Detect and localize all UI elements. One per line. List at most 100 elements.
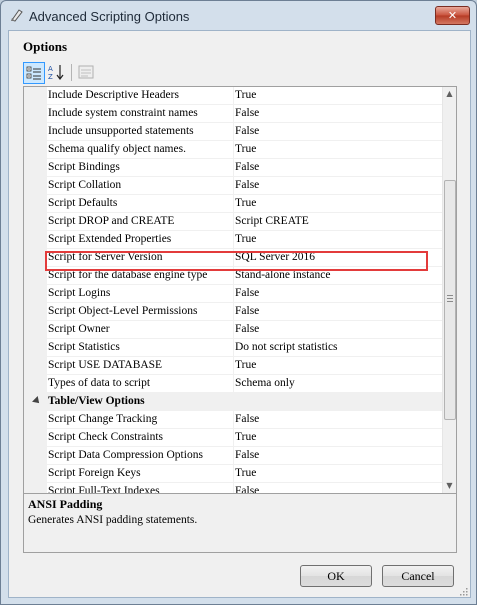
scroll-down-arrow-icon[interactable]: ▼	[443, 479, 456, 493]
property-pages-button[interactable]	[76, 62, 96, 82]
ok-button[interactable]: OK	[300, 565, 372, 587]
property-name: Include system constraint names	[47, 105, 234, 123]
property-name: Script Change Tracking	[47, 411, 234, 429]
row-gutter	[24, 213, 47, 231]
row-gutter	[24, 321, 47, 339]
property-row[interactable]: Script for the database engine type Stand…	[24, 267, 444, 285]
row-gutter	[24, 159, 47, 177]
row-gutter	[24, 177, 47, 195]
options-heading: Options	[23, 39, 68, 54]
property-row[interactable]: Script Foreign Keys True	[24, 465, 444, 483]
property-row[interactable]: Script Extended Properties True	[24, 231, 444, 249]
property-value[interactable]: Do not script statistics	[233, 339, 444, 357]
property-row[interactable]: Script USE DATABASE True	[24, 357, 444, 375]
property-name: Script Data Compression Options	[47, 447, 234, 465]
thumb-grip	[447, 301, 453, 302]
property-grid[interactable]: Include Descriptive Headers True Include s…	[23, 86, 457, 494]
property-value[interactable]: True	[233, 465, 444, 483]
property-row[interactable]: Script DROP and CREATE Script CREATE	[24, 213, 444, 231]
property-value[interactable]: True	[233, 195, 444, 213]
property-name: Script for Server Version	[47, 249, 234, 267]
property-value[interactable]: False	[233, 447, 444, 465]
dialog-client: Options A Z Include Descriptive Headers …	[8, 30, 471, 598]
resize-grip-icon[interactable]	[458, 586, 468, 596]
property-row[interactable]: Script Object-Level Permissions False	[24, 303, 444, 321]
property-value[interactable]: False	[233, 123, 444, 141]
property-row[interactable]: Include Descriptive Headers True	[24, 87, 444, 105]
property-value[interactable]: Stand-alone instance	[233, 267, 444, 285]
property-row[interactable]: Script Logins False	[24, 285, 444, 303]
description-panel: ANSI Padding Generates ANSI padding stat…	[23, 493, 457, 553]
property-value[interactable]: Schema only	[233, 375, 444, 393]
scrollbar-thumb[interactable]	[444, 180, 456, 420]
close-button[interactable]: ✕	[435, 6, 470, 25]
dialog-window: Advanced Scripting Options ✕ Options A Z…	[0, 0, 477, 605]
window-title: Advanced Scripting Options	[29, 9, 190, 24]
categorized-button[interactable]	[23, 62, 45, 84]
property-name: Script Owner	[47, 321, 234, 339]
scroll-up-arrow-icon[interactable]: ▲	[443, 87, 456, 101]
property-row[interactable]: Script Defaults True	[24, 195, 444, 213]
property-value[interactable]: True	[233, 141, 444, 159]
property-name: Script for the database engine type	[47, 267, 234, 285]
property-value[interactable]: False	[233, 159, 444, 177]
property-value[interactable]: False	[233, 411, 444, 429]
alphabetical-button[interactable]: A Z	[46, 62, 66, 82]
property-name: Include unsupported statements	[47, 123, 234, 141]
property-row[interactable]: Include system constraint names False	[24, 105, 444, 123]
property-value[interactable]: False	[233, 177, 444, 195]
title-bar[interactable]: Advanced Scripting Options ✕	[1, 1, 476, 29]
property-name: Script Extended Properties	[47, 231, 234, 249]
property-name: Script Defaults	[47, 195, 234, 213]
property-name: Script Logins	[47, 285, 234, 303]
category-row[interactable]: Table/View Options	[24, 393, 442, 411]
property-value[interactable]: SQL Server 2016	[233, 249, 444, 267]
row-gutter	[24, 303, 47, 321]
property-row[interactable]: Script for Server Version SQL Server 2016	[24, 249, 444, 267]
cancel-button[interactable]: Cancel	[382, 565, 454, 587]
row-gutter	[24, 231, 47, 249]
property-name: Types of data to script	[47, 375, 234, 393]
property-row[interactable]: Include unsupported statements False	[24, 123, 444, 141]
property-row[interactable]: Script Data Compression Options False	[24, 447, 444, 465]
collapse-toggle-icon[interactable]	[32, 396, 42, 406]
property-value[interactable]: Script CREATE	[233, 213, 444, 231]
property-row[interactable]: Script Check Constraints True	[24, 429, 444, 447]
property-value[interactable]: True	[233, 87, 444, 105]
property-name: Include Descriptive Headers	[47, 87, 234, 105]
property-name: Script USE DATABASE	[47, 357, 234, 375]
property-name: Script DROP and CREATE	[47, 213, 234, 231]
row-gutter	[24, 339, 47, 357]
row-gutter	[24, 465, 47, 483]
property-value[interactable]: True	[233, 429, 444, 447]
property-value[interactable]: False	[233, 285, 444, 303]
property-row[interactable]: Schema qualify object names. True	[24, 141, 444, 159]
row-gutter	[24, 375, 47, 393]
property-row[interactable]: Script Bindings False	[24, 159, 444, 177]
row-gutter	[24, 411, 47, 429]
property-name: Script Bindings	[47, 159, 234, 177]
property-name: Schema qualify object names.	[47, 141, 234, 159]
row-gutter	[24, 267, 47, 285]
property-name: Script Statistics	[47, 339, 234, 357]
property-value[interactable]: True	[233, 231, 444, 249]
row-gutter	[24, 357, 47, 375]
property-row[interactable]: Script Owner False	[24, 321, 444, 339]
vertical-scrollbar[interactable]: ▲ ▼	[442, 87, 456, 493]
row-gutter	[24, 141, 47, 159]
property-name: Script Collation	[47, 177, 234, 195]
property-value[interactable]: False	[233, 303, 444, 321]
property-name: Script Foreign Keys	[47, 465, 234, 483]
row-gutter	[24, 87, 47, 105]
property-row[interactable]: Types of data to script Schema only	[24, 375, 444, 393]
property-value[interactable]: False	[233, 321, 444, 339]
row-gutter	[24, 429, 47, 447]
categorized-icon	[26, 66, 41, 80]
property-value[interactable]: True	[233, 357, 444, 375]
svg-text:A: A	[48, 65, 53, 73]
property-value[interactable]: False	[233, 105, 444, 123]
property-row[interactable]: Script Change Tracking False	[24, 411, 444, 429]
close-icon: ✕	[447, 9, 458, 22]
property-row[interactable]: Script Collation False	[24, 177, 444, 195]
property-row[interactable]: Script Statistics Do not script statistic…	[24, 339, 444, 357]
